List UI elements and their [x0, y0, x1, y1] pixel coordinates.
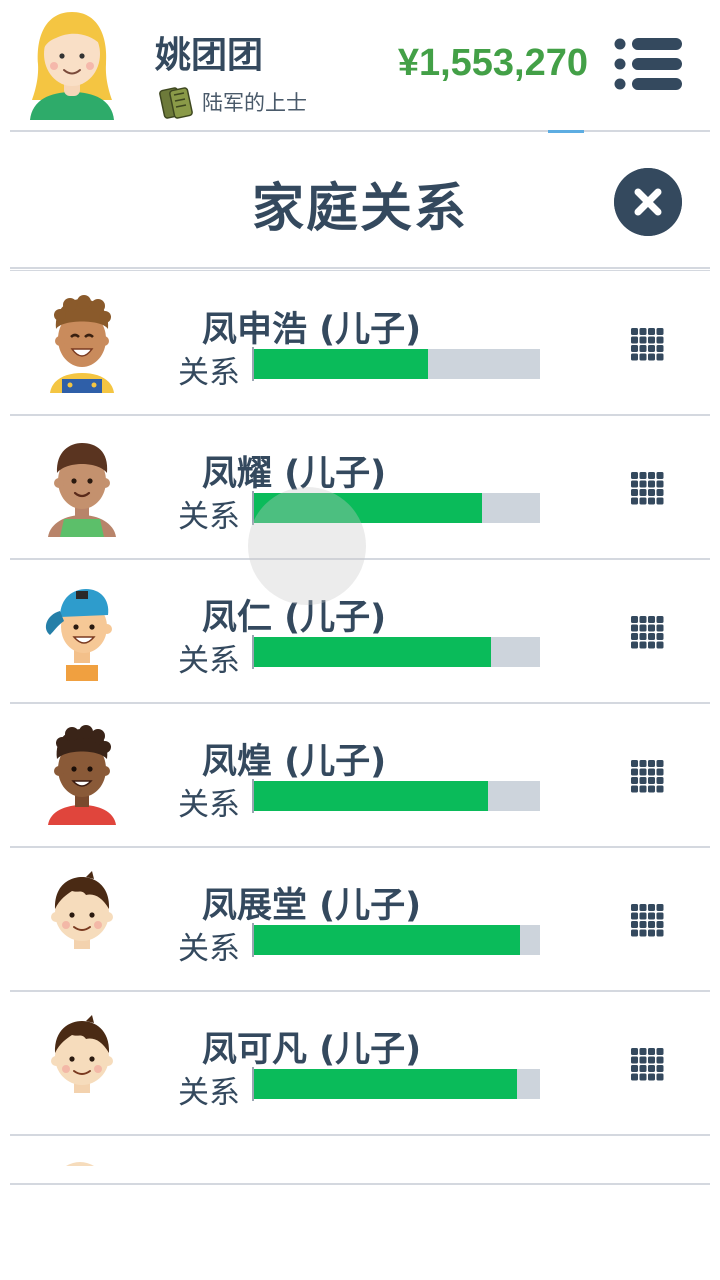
- grid-dots-icon[interactable]: [630, 471, 664, 505]
- family-row[interactable]: 凤展堂 (儿子) 关系: [10, 847, 710, 991]
- member-avatar: [48, 443, 116, 537]
- member-avatar-partial: [66, 1162, 94, 1166]
- bar-tick: [252, 923, 254, 957]
- relationship-label: 关系: [178, 1075, 240, 1111]
- member-name: 凤申浩 (儿子): [202, 310, 422, 350]
- bar-tick: [252, 635, 254, 669]
- player-name: 姚团团: [155, 35, 264, 76]
- member-avatar: [45, 589, 112, 681]
- relationship-label: 关系: [178, 787, 240, 823]
- rank-insignia-icon: [159, 87, 193, 119]
- bar-tick: [252, 1067, 254, 1101]
- member-name: 凤煌 (儿子): [202, 742, 387, 782]
- menu-list-icon[interactable]: [612, 36, 684, 92]
- player-avatar[interactable]: [26, 8, 118, 120]
- list-bottom-divider: [10, 1183, 710, 1185]
- member-avatar: [50, 295, 114, 393]
- grid-dots-icon[interactable]: [630, 903, 664, 937]
- member-name: 凤可凡 (儿子): [202, 1030, 422, 1070]
- close-x-icon[interactable]: [614, 168, 682, 236]
- relationship-bar: [252, 347, 540, 381]
- row-divider: [10, 1134, 710, 1136]
- grid-dots-icon[interactable]: [630, 759, 664, 793]
- relationship-bar-fill: [252, 637, 492, 667]
- relationship-label: 关系: [178, 931, 240, 967]
- relationship-bar-fill: [252, 925, 520, 955]
- member-name: 凤展堂 (儿子): [202, 886, 422, 926]
- relationship-bar-fill: [252, 781, 489, 811]
- touch-ripple: [248, 487, 366, 605]
- relationship-bar: [252, 923, 540, 957]
- relationship-bar: [252, 635, 540, 669]
- relationship-bar: [252, 1067, 540, 1101]
- member-avatar: [48, 725, 116, 825]
- family-row[interactable]: 凤仁 (儿子) 关系: [10, 559, 710, 703]
- relationship-bar-fill: [252, 1069, 517, 1099]
- family-row[interactable]: 凤煌 (儿子) 关系: [10, 703, 710, 847]
- bar-tick: [252, 347, 254, 381]
- member-avatar: [51, 871, 113, 949]
- relationship-bar-fill: [252, 349, 428, 379]
- header-divider: [10, 130, 710, 132]
- tab-indicator: [548, 130, 584, 133]
- rank-badge: 陆军的上士: [158, 83, 307, 121]
- title-divider: [10, 267, 710, 269]
- money-balance: ¥1,553,270: [397, 42, 588, 84]
- rank-title: 陆军的上士: [202, 91, 307, 115]
- relationship-label: 关系: [178, 499, 240, 535]
- family-row[interactable]: 凤可凡 (儿子) 关系: [10, 991, 710, 1135]
- relationship-bar: [252, 779, 540, 813]
- dialog-title: 家庭关系: [251, 179, 468, 239]
- grid-dots-icon[interactable]: [630, 615, 664, 649]
- bar-tick: [252, 779, 254, 813]
- grid-dots-icon[interactable]: [630, 1047, 664, 1081]
- family-row[interactable]: 凤申浩 (儿子) 关系: [10, 271, 710, 415]
- relationship-label: 关系: [178, 355, 240, 391]
- relationship-label: 关系: [178, 643, 240, 679]
- header-bar: 姚团团 陆军的上士 ¥1,553,270: [0, 0, 720, 130]
- grid-dots-icon[interactable]: [630, 327, 664, 361]
- member-avatar: [51, 1015, 113, 1093]
